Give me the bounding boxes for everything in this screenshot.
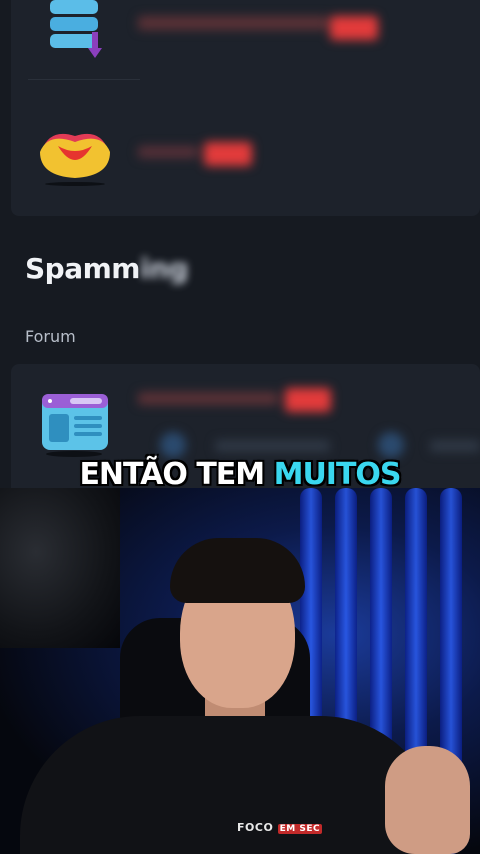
cat-photo: [0, 488, 120, 648]
webcam-feed: FOCO EM SEC: [0, 488, 480, 854]
forum-label: Forum: [25, 327, 76, 346]
caption-highlight: MUITOS: [273, 457, 402, 492]
caption-text: ENTÃO TEM: [79, 457, 274, 492]
presenter-hair: [170, 538, 305, 603]
shirt-logo-brand: FOCO: [237, 821, 274, 834]
row-divider: [28, 79, 140, 80]
section-title-blurred: ing: [139, 252, 189, 285]
presenter-hand: [385, 746, 470, 854]
video-caption: ENTÃO TEM MUITOS: [0, 457, 480, 492]
shirt-logo: FOCO EM SEC: [237, 821, 323, 834]
lips-icon: [38, 128, 112, 186]
shirt-logo-badge: EM SEC: [277, 824, 323, 834]
browser-window-icon: [40, 392, 110, 458]
section-title-visible: Spamm: [25, 252, 140, 285]
presenter-shirt: [20, 716, 440, 854]
section-title: Spamming: [25, 252, 189, 285]
database-download-icon: [48, 0, 108, 62]
blurred-website-screenshot: Spamming Forum: [0, 0, 480, 488]
